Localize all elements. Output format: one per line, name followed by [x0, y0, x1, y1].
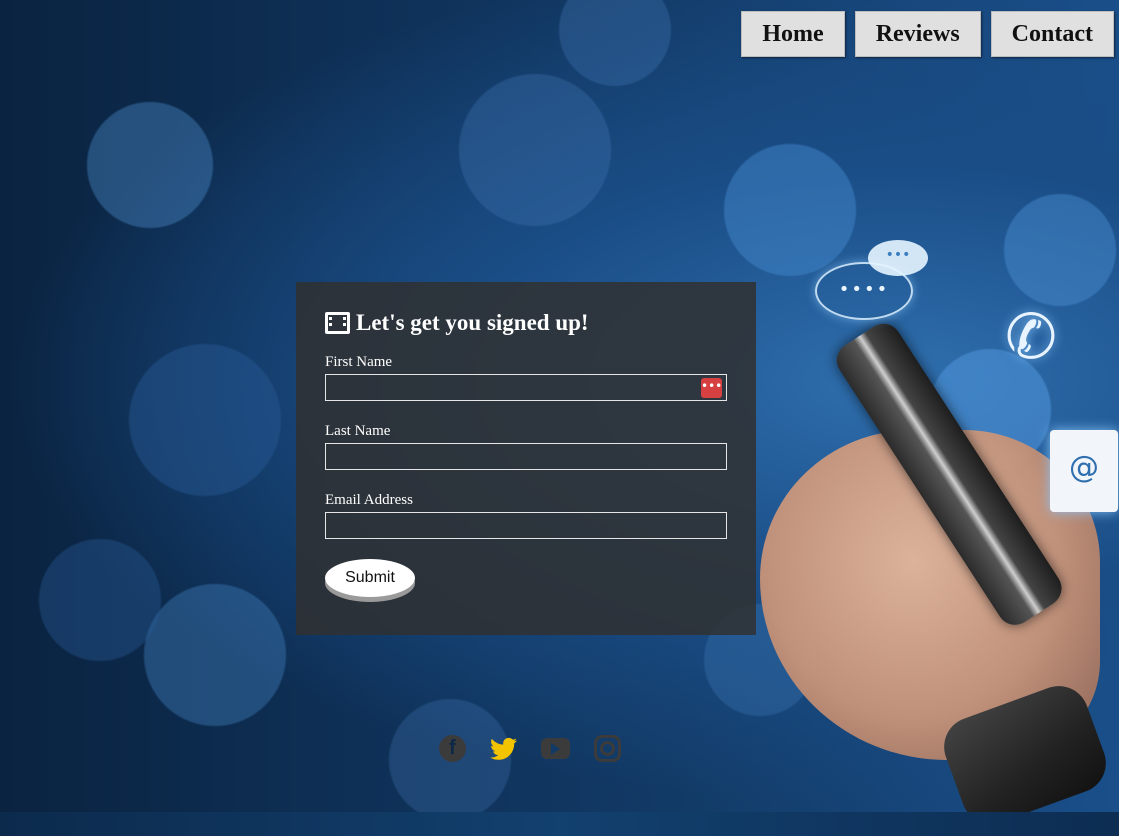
top-navigation: Home Reviews Contact [741, 11, 1114, 57]
first-name-field-wrapper: ••• [325, 374, 727, 401]
phone-call-icon: ✆ [1005, 300, 1057, 373]
first-name-label: First Name [325, 354, 393, 370]
twitter-icon[interactable] [490, 735, 517, 762]
last-name-input[interactable] [326, 444, 726, 469]
film-icon [325, 312, 350, 334]
email-input[interactable] [326, 513, 726, 538]
email-field-wrapper [325, 512, 727, 539]
email-icon: @ [1050, 430, 1118, 512]
form-title: Let's get you signed up! [325, 310, 727, 336]
background-bottom-strip [0, 812, 1119, 836]
facebook-icon[interactable]: f [439, 735, 466, 762]
email-label: Email Address [325, 492, 413, 508]
last-name-label: Last Name [325, 423, 391, 439]
nav-reviews-button[interactable]: Reviews [854, 11, 981, 57]
submit-button[interactable]: Submit [325, 559, 415, 597]
form-title-text: Let's get you signed up! [356, 310, 589, 335]
social-links: f [439, 735, 621, 762]
password-manager-icon[interactable]: ••• [701, 378, 722, 398]
youtube-icon[interactable] [541, 738, 570, 759]
instagram-icon[interactable] [594, 735, 621, 762]
nav-home-button[interactable]: Home [741, 11, 845, 57]
first-name-input[interactable] [326, 375, 726, 400]
signup-form: Let's get you signed up! First Name ••• … [296, 282, 756, 635]
chat-bubble-small-icon: ••• [868, 240, 928, 276]
nav-contact-button[interactable]: Contact [990, 11, 1114, 57]
last-name-field-wrapper [325, 443, 727, 470]
